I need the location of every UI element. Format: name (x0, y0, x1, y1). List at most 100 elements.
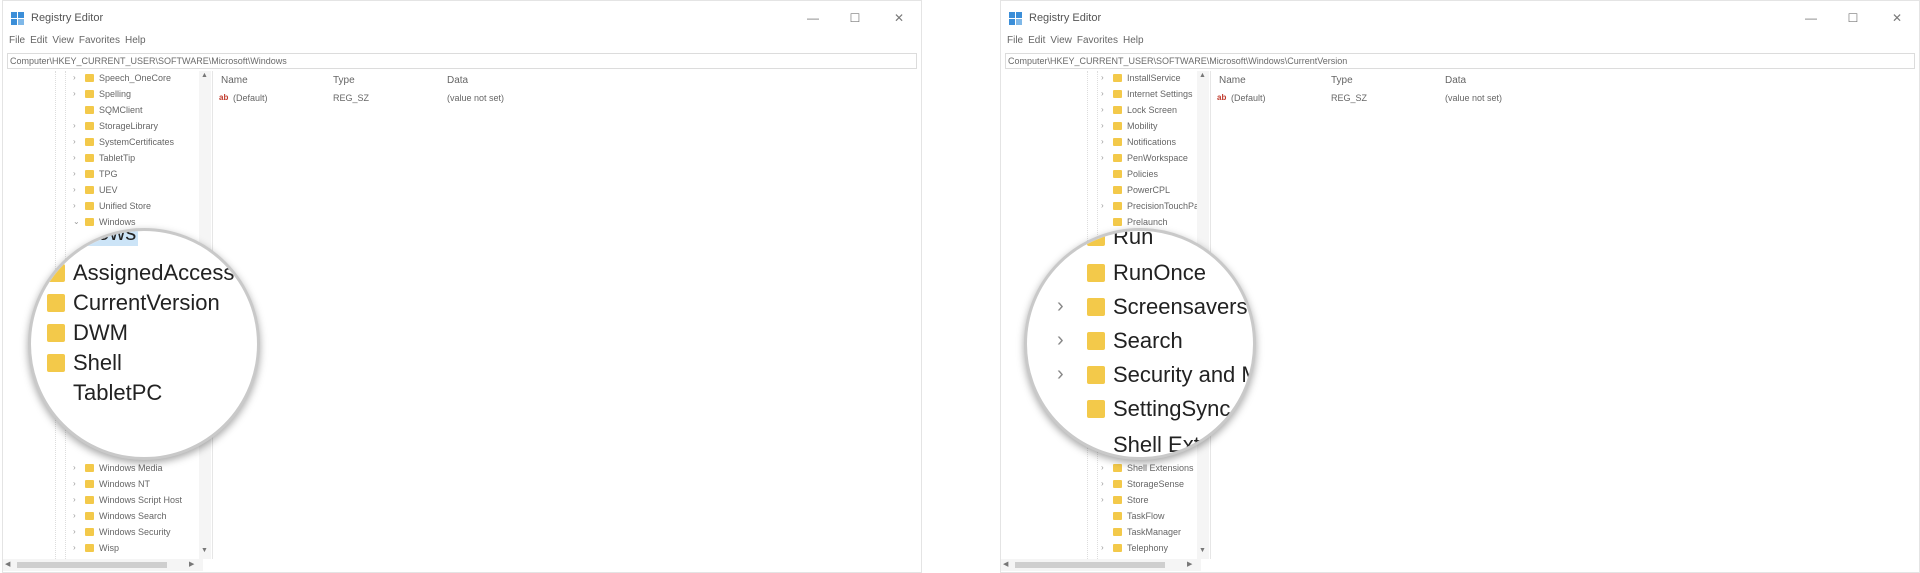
address-bar[interactable]: Computer\HKEY_CURRENT_USER\SOFTWARE\Micr… (1005, 53, 1915, 69)
scroll-left-icon[interactable]: ◀ (1003, 560, 1008, 568)
chevron-right-icon[interactable]: › (73, 137, 76, 146)
chevron-right-icon[interactable]: › (1101, 479, 1104, 488)
tree-item[interactable]: › Unified Store (3, 199, 203, 215)
tree-item[interactable]: › TPG (3, 167, 203, 183)
column-header-name[interactable]: Name (221, 75, 248, 86)
tree-item[interactable]: › Wisp (3, 541, 203, 557)
chevron-right-icon[interactable]: › (1101, 121, 1104, 130)
value-name[interactable]: (Default) (1231, 93, 1266, 103)
tree-item[interactable]: › Spelling (3, 87, 203, 103)
tree-item[interactable]: › Store (1001, 493, 1201, 509)
tree-item[interactable]: › Lock Screen (1001, 103, 1201, 119)
scroll-right-icon[interactable]: ▶ (189, 560, 194, 568)
tree-horizontal-scrollbar[interactable]: ◀ ▶ (1001, 559, 1201, 571)
tree-item[interactable]: › Windows Search (3, 509, 203, 525)
tree-item[interactable]: › InstallService (1001, 71, 1201, 87)
tree-item[interactable]: › TabletTip (3, 151, 203, 167)
tree-item[interactable]: TaskManager (1001, 525, 1201, 541)
tree-item[interactable]: › PenWorkspace (1001, 151, 1201, 167)
scroll-thumb[interactable] (17, 562, 167, 568)
tree-item[interactable]: › StorageLibrary (3, 119, 203, 135)
maximize-button[interactable]: ☐ (835, 7, 875, 29)
scroll-thumb[interactable] (1015, 562, 1165, 568)
column-header-type[interactable]: Type (333, 75, 355, 86)
chevron-right-icon[interactable]: › (73, 185, 76, 194)
tree-item[interactable]: › Shell Extensions (1001, 461, 1201, 477)
chevron-right-icon[interactable]: › (1101, 543, 1104, 552)
tree-item-selected[interactable]: ⌄ Windows (3, 215, 203, 231)
menu-help[interactable]: Help (1123, 35, 1144, 51)
chevron-right-icon[interactable]: › (73, 169, 76, 178)
tree-item[interactable]: › Notifications (1001, 135, 1201, 151)
close-button[interactable]: ✕ (879, 7, 919, 29)
scroll-down-icon[interactable]: ▼ (1199, 547, 1206, 554)
close-button[interactable]: ✕ (1877, 7, 1917, 29)
tree-item[interactable]: › PrecisionTouchPad (1001, 199, 1204, 215)
column-header-data[interactable]: Data (1445, 75, 1466, 86)
tree-item[interactable]: › Windows Security (3, 525, 203, 541)
tree-item[interactable]: TaskFlow (1001, 509, 1201, 525)
chevron-right-icon[interactable]: › (73, 543, 76, 552)
scroll-up-icon[interactable]: ▲ (1199, 72, 1206, 79)
tree-horizontal-scrollbar[interactable]: ◀ ▶ (3, 559, 203, 571)
title-bar[interactable]: Registry Editor — ☐ ✕ (3, 1, 921, 35)
tree-item[interactable]: › Telephony (1001, 541, 1201, 557)
tree-item[interactable]: › Internet Settings (1001, 87, 1201, 103)
tree-item[interactable]: › UEV (3, 183, 203, 199)
chevron-right-icon[interactable]: › (73, 511, 76, 520)
menu-favorites[interactable]: Favorites (79, 35, 120, 51)
tree-item[interactable]: › Windows Media (3, 461, 203, 477)
tree-item[interactable]: › Windows NT (3, 477, 203, 493)
registry-app-icon (11, 12, 25, 26)
chevron-right-icon[interactable]: › (73, 527, 76, 536)
column-header-type[interactable]: Type (1331, 75, 1353, 86)
tree-item[interactable]: Prelaunch (1001, 215, 1201, 231)
chevron-right-icon[interactable]: › (1101, 137, 1104, 146)
menu-view[interactable]: View (1050, 35, 1072, 51)
value-type: REG_SZ (1331, 93, 1368, 103)
address-bar[interactable]: Computer\HKEY_CURRENT_USER\SOFTWARE\Micr… (7, 53, 917, 69)
value-name[interactable]: (Default) (233, 93, 268, 103)
column-header-data[interactable]: Data (447, 75, 468, 86)
chevron-right-icon[interactable]: › (1101, 463, 1104, 472)
scroll-left-icon[interactable]: ◀ (5, 560, 10, 568)
chevron-right-icon[interactable]: › (1101, 153, 1104, 162)
menu-help[interactable]: Help (125, 35, 146, 51)
title-bar[interactable]: Registry Editor — ☐ ✕ (1001, 1, 1919, 35)
menu-edit[interactable]: Edit (30, 35, 47, 51)
chevron-right-icon[interactable]: › (73, 89, 76, 98)
maximize-button[interactable]: ☐ (1833, 7, 1873, 29)
chevron-right-icon[interactable]: › (73, 479, 76, 488)
chevron-right-icon[interactable]: › (1101, 201, 1104, 210)
chevron-right-icon[interactable]: › (73, 495, 76, 504)
menu-favorites[interactable]: Favorites (1077, 35, 1118, 51)
chevron-right-icon[interactable]: › (1101, 495, 1104, 504)
chevron-right-icon[interactable]: › (73, 463, 76, 472)
tree-item[interactable]: Policies (1001, 167, 1201, 183)
chevron-right-icon[interactable]: › (73, 73, 76, 82)
tree-item[interactable]: SQMClient (3, 103, 203, 119)
scroll-right-icon[interactable]: ▶ (1187, 560, 1192, 568)
menu-edit[interactable]: Edit (1028, 35, 1045, 51)
chevron-down-icon[interactable]: ⌄ (73, 217, 80, 226)
chevron-right-icon[interactable]: › (1101, 73, 1104, 82)
chevron-right-icon[interactable]: › (73, 201, 76, 210)
minimize-button[interactable]: — (793, 7, 833, 29)
chevron-right-icon[interactable]: › (73, 153, 76, 162)
tree-item[interactable]: › Speech_OneCore (3, 71, 203, 87)
menu-view[interactable]: View (52, 35, 74, 51)
tree-item[interactable]: › Mobility (1001, 119, 1201, 135)
scroll-down-icon[interactable]: ▼ (201, 547, 208, 554)
chevron-right-icon[interactable]: › (1101, 89, 1104, 98)
tree-item[interactable]: PowerCPL (1001, 183, 1201, 199)
chevron-right-icon[interactable]: › (1101, 105, 1104, 114)
tree-item[interactable]: › SystemCertificates (3, 135, 203, 151)
scroll-up-icon[interactable]: ▲ (201, 72, 208, 79)
column-header-name[interactable]: Name (1219, 75, 1246, 86)
tree-item[interactable]: › StorageSense (1001, 477, 1201, 493)
menu-file[interactable]: File (9, 35, 25, 51)
chevron-right-icon[interactable]: › (73, 121, 76, 130)
minimize-button[interactable]: — (1791, 7, 1831, 29)
tree-item[interactable]: › Windows Script Host (3, 493, 203, 509)
menu-file[interactable]: File (1007, 35, 1023, 51)
